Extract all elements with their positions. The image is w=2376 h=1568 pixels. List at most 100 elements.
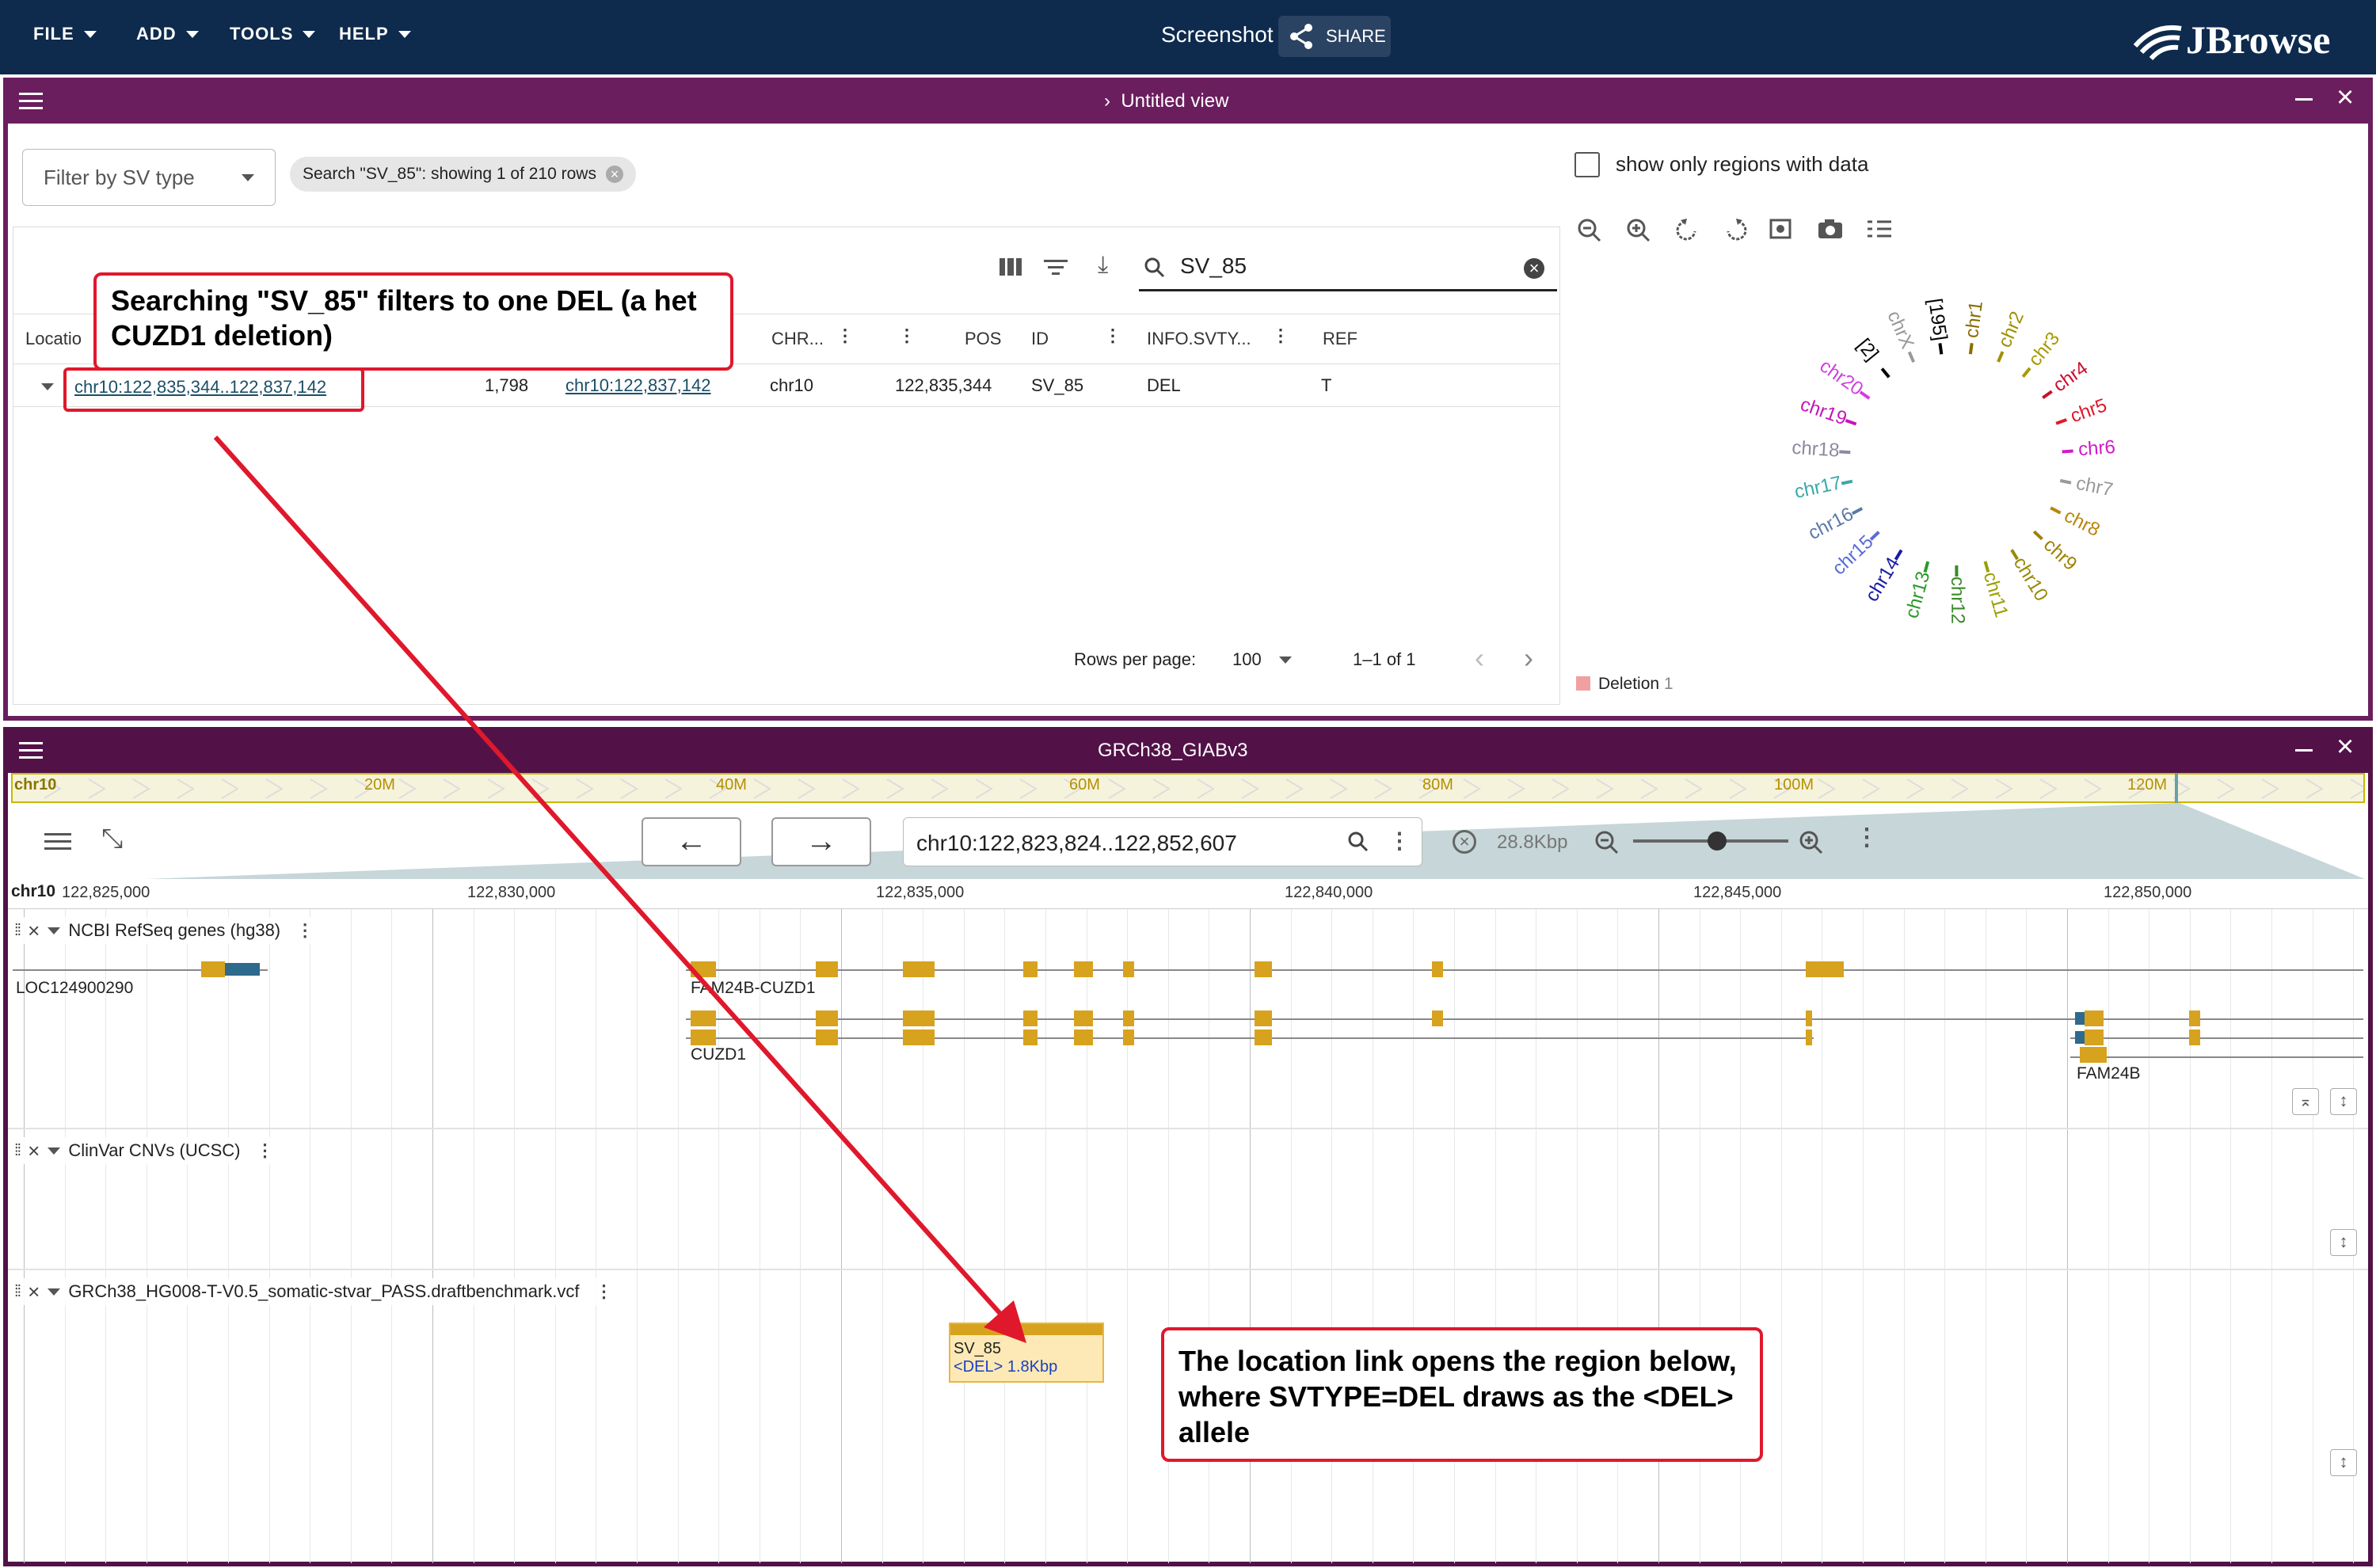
column-header-id[interactable]: ID [1031, 329, 1049, 349]
gene-label-loc[interactable]: LOC124900290 [16, 979, 133, 998]
exon[interactable] [1806, 961, 1844, 977]
chip-delete-icon[interactable]: × [605, 166, 623, 183]
locstring-menu-icon[interactable]: ⋮ [1388, 828, 1411, 854]
chromosome-arc[interactable] [1923, 561, 1930, 573]
search-filter-chip[interactable]: Search "SV_85": showing 1 of 210 rows × [290, 157, 636, 192]
gene-label-cuzd1[interactable]: CUZD1 [691, 1045, 746, 1064]
exon[interactable] [1023, 1029, 1038, 1045]
view-title[interactable]: GRCh38_GIABv3 [1098, 740, 1247, 762]
clear-search-icon[interactable]: × [1524, 258, 1544, 279]
chromosome-arc[interactable] [1839, 450, 1851, 455]
menu-help[interactable]: HELP [339, 24, 411, 44]
chromosome-label[interactable]: chr10 [2009, 554, 2052, 605]
chromosome-arc[interactable] [1983, 561, 1990, 573]
zoom-in-icon[interactable] [1799, 831, 1823, 854]
chromosome-label[interactable]: chr9 [2039, 534, 2081, 575]
exon[interactable] [903, 1029, 935, 1045]
exon[interactable] [1074, 1010, 1093, 1026]
show-only-regions-checkbox[interactable] [1574, 152, 1600, 177]
exon[interactable] [1074, 1029, 1093, 1045]
exon[interactable] [903, 1010, 935, 1026]
chromosome-arc[interactable] [1907, 351, 1916, 363]
chromosome-arc[interactable] [1869, 531, 1880, 541]
exon[interactable] [2189, 1010, 2200, 1026]
row-expand-icon[interactable] [41, 383, 54, 390]
chromosome-arc[interactable] [2050, 506, 2062, 515]
exon[interactable] [1023, 961, 1038, 977]
menu-tools[interactable]: TOOLS [230, 24, 316, 44]
zoom-slider-thumb[interactable] [1708, 832, 1727, 851]
drag-handle-icon[interactable]: ⁞⁞ [14, 1142, 21, 1160]
close-track-icon[interactable]: × [28, 1280, 40, 1304]
utr[interactable] [2075, 1012, 2085, 1025]
exon[interactable] [1432, 1010, 1443, 1026]
column-menu-icon[interactable]: ⋮ [898, 325, 916, 346]
next-page-icon[interactable]: › [1524, 641, 1533, 675]
rotate-right-icon[interactable] [1727, 219, 1747, 241]
track-selector-icon[interactable] [44, 830, 71, 850]
minimize-icon[interactable] [2295, 749, 2313, 752]
track-label-clinvar[interactable]: ⁞⁞ × ClinVar CNVs (UCSC) ⋮ [14, 1137, 284, 1164]
chromosome-arc[interactable] [2010, 549, 2019, 561]
chevron-down-icon[interactable] [48, 927, 61, 934]
gene-label-fam24b-cuzd1[interactable]: FAM24B-CUZD1 [691, 979, 816, 998]
chromosome-arc[interactable] [1859, 390, 1871, 400]
chromosome-arc[interactable] [1841, 479, 1853, 485]
gene-line-fam24b[interactable] [2070, 1037, 2363, 1039]
drag-handle-icon[interactable]: ⁞⁞ [14, 1283, 21, 1301]
view-menu-icon[interactable]: ⋮ [1855, 824, 1879, 851]
zoom-out-icon[interactable] [1595, 831, 1619, 854]
menu-add[interactable]: ADD [136, 24, 199, 44]
exon[interactable] [816, 1029, 838, 1045]
track-menu-icon[interactable]: ⋮ [296, 920, 314, 941]
track-label-vcf[interactable]: ⁞⁞ × GRCh38_HG008-T-V0.5_somatic-stvar_P… [14, 1278, 623, 1305]
filter-icon[interactable] [1044, 258, 1068, 276]
chromosome-arc[interactable] [1880, 367, 1891, 379]
exon[interactable] [691, 1029, 716, 1045]
zoom-in-icon[interactable] [1627, 219, 1651, 242]
chevron-down-icon[interactable] [48, 1147, 61, 1155]
chromosome-arc[interactable] [1938, 343, 1944, 355]
chromosome-arc[interactable] [1968, 343, 1974, 355]
search-icon[interactable] [1347, 831, 1369, 853]
exon[interactable] [816, 961, 838, 977]
column-header-pos[interactable]: POS [965, 329, 1001, 349]
exon[interactable] [1023, 1010, 1038, 1026]
close-icon[interactable]: × [2336, 81, 2354, 115]
exon[interactable] [201, 961, 225, 977]
resize-track-icon[interactable]: ↕ [2330, 1088, 2357, 1115]
exon[interactable] [1806, 1029, 1812, 1045]
share-button[interactable]: SHARE [1278, 16, 1391, 57]
chromosome-label[interactable]: chr19 [1798, 394, 1850, 429]
chromosome-arc[interactable] [1894, 549, 1903, 561]
exon[interactable] [2085, 1010, 2104, 1026]
gene-line-fam24b-cuzd1[interactable] [686, 969, 2363, 971]
exon[interactable] [2189, 1029, 2200, 1045]
chromosome-label[interactable]: chr8 [2061, 505, 2104, 541]
exon[interactable] [1255, 1029, 1272, 1045]
fit-view-icon[interactable] [1769, 219, 1792, 239]
chromosome-label[interactable]: chr20 [1816, 356, 1868, 401]
chromosome-label[interactable]: chr1 [1961, 299, 1987, 339]
chromosome-label[interactable]: chr12 [1947, 577, 1968, 624]
pan-left-button[interactable]: ← [642, 817, 741, 866]
download-icon[interactable]: ⤓ [1098, 252, 1108, 279]
chromosome-label[interactable]: [2] [1852, 335, 1883, 365]
rotate-left-icon[interactable] [1676, 219, 1696, 241]
sv-feature[interactable]: SV_85 <DEL> 1.8Kbp [949, 1323, 1104, 1383]
chromosome-label[interactable]: chr3 [2024, 328, 2064, 370]
exon[interactable] [1255, 961, 1272, 977]
view-menu-icon[interactable] [19, 738, 43, 762]
gene-line-cuzd1[interactable] [686, 1037, 1814, 1039]
column-header-svtype[interactable]: INFO.SVTY... [1147, 329, 1251, 349]
column-header-chr[interactable]: CHR... [771, 329, 824, 349]
exon[interactable] [691, 961, 716, 977]
exon[interactable] [1123, 1010, 1134, 1026]
exon[interactable] [1806, 1010, 1812, 1026]
drag-handle-icon[interactable]: ⁞⁞ [14, 922, 21, 940]
pan-right-button[interactable]: → [771, 817, 871, 866]
view-menu-icon[interactable] [19, 89, 43, 112]
column-header-ref[interactable]: REF [1323, 329, 1357, 349]
collapse-icon[interactable]: ⤡ [101, 824, 123, 854]
utr[interactable] [225, 963, 260, 976]
